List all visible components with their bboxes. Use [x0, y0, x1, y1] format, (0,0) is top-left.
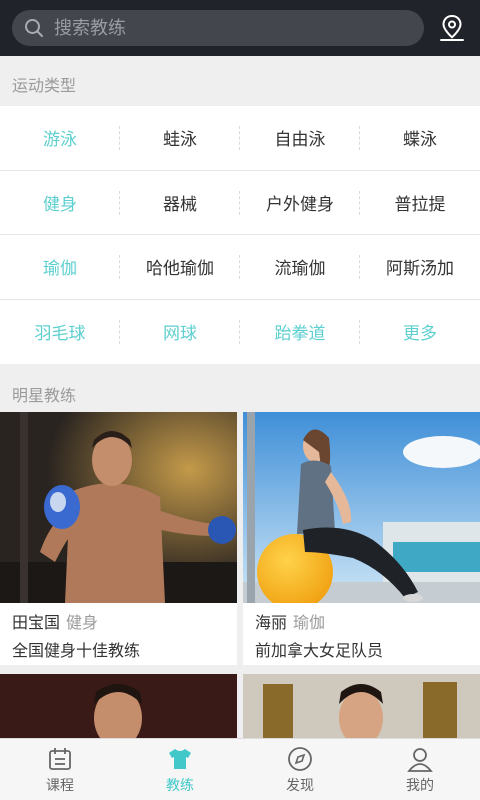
location-pin-icon[interactable] [434, 10, 470, 46]
tab-discover[interactable]: 发现 [240, 739, 360, 800]
category-badminton[interactable]: 羽毛球 [0, 300, 120, 365]
search-input[interactable] [52, 10, 424, 46]
category-ashtanga[interactable]: 阿斯汤加 [360, 235, 480, 299]
coach-description: 全国健身十佳教练 [12, 641, 141, 660]
category-outdoor-fitness[interactable]: 户外健身 [240, 171, 360, 235]
coach-tag: 瑜伽 [293, 613, 326, 632]
bottom-tab-bar: 课程 教练 发现 我的 [0, 738, 480, 800]
category-swimming[interactable]: 游泳 [0, 106, 120, 170]
category-butterfly[interactable]: 蝶泳 [360, 106, 480, 170]
category-pilates[interactable]: 普拉提 [360, 171, 480, 235]
coach-photo [0, 674, 237, 744]
section-title-sport-types: 运动类型 [12, 76, 77, 95]
category-breaststroke[interactable]: 蛙泳 [120, 106, 240, 170]
coach-card[interactable] [243, 674, 480, 744]
coach-card[interactable]: 田宝国 健身 全国健身十佳教练 [0, 412, 237, 665]
tab-courses[interactable]: 课程 [0, 739, 120, 800]
tab-label: 发现 [286, 777, 314, 794]
category-freestyle[interactable]: 自由泳 [240, 106, 360, 170]
tab-mine[interactable]: 我的 [360, 739, 480, 800]
coach-photo [243, 412, 480, 603]
category-hatha-yoga[interactable]: 哈他瑜伽 [120, 235, 240, 299]
tab-label: 教练 [166, 777, 194, 794]
top-bar [0, 0, 480, 56]
category-row: 羽毛球 网球 跆拳道 更多 [0, 300, 480, 365]
coach-card[interactable]: 海丽 瑜伽 前加拿大女足队员 [243, 412, 480, 665]
coach-name: 海丽 [255, 613, 288, 632]
category-row: 健身 器械 户外健身 普拉提 [0, 171, 480, 235]
search-icon [16, 10, 52, 46]
category-fitness[interactable]: 健身 [0, 171, 120, 235]
coach-info: 田宝国 健身 全国健身十佳教练 [0, 603, 237, 665]
calendar-icon [49, 747, 71, 770]
coach-name: 田宝国 [12, 613, 61, 632]
coach-description: 前加拿大女足队员 [255, 641, 384, 660]
category-row: 游泳 蛙泳 自由泳 蝶泳 [0, 106, 480, 171]
tab-coaches[interactable]: 教练 [120, 739, 240, 800]
section-title-star-coaches: 明星教练 [12, 386, 77, 405]
category-flow-yoga[interactable]: 流瑜伽 [240, 235, 360, 299]
category-tennis[interactable]: 网球 [120, 300, 240, 365]
coach-photo [243, 674, 480, 744]
coach-card[interactable] [0, 674, 237, 744]
coach-photo [0, 412, 237, 603]
search-bar[interactable] [12, 10, 424, 46]
coach-tag: 健身 [66, 613, 99, 632]
tab-label: 我的 [406, 777, 434, 794]
category-more[interactable]: 更多 [360, 300, 480, 365]
compass-icon [288, 746, 312, 771]
tab-label: 课程 [46, 777, 74, 794]
muscle-shirt-icon [169, 748, 191, 769]
category-row: 瑜伽 哈他瑜伽 流瑜伽 阿斯汤加 [0, 235, 480, 300]
coach-info: 海丽 瑜伽 前加拿大女足队员 [243, 603, 480, 665]
category-taekwondo[interactable]: 跆拳道 [240, 300, 360, 365]
user-icon [407, 747, 433, 772]
category-yoga[interactable]: 瑜伽 [0, 235, 120, 299]
category-equipment[interactable]: 器械 [120, 171, 240, 235]
category-grid: 游泳 蛙泳 自由泳 蝶泳 健身 器械 户外健身 普拉提 瑜伽 哈他瑜伽 流瑜伽 … [0, 106, 480, 364]
